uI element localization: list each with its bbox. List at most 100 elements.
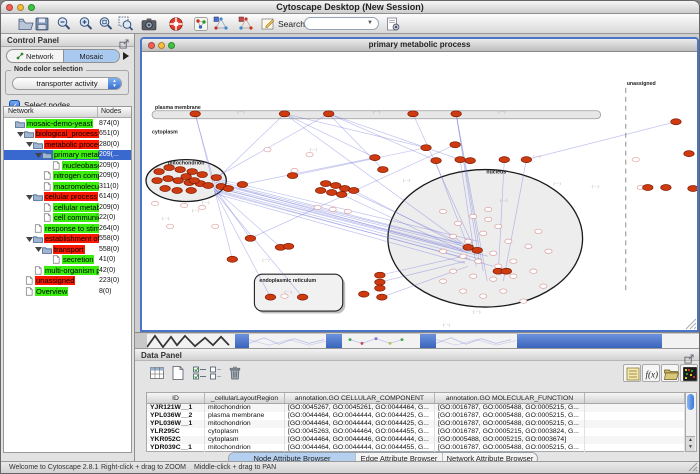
network-node[interactable]: [160, 186, 170, 192]
network-node[interactable]: [320, 181, 330, 187]
network-node[interactable]: [297, 294, 307, 300]
network-node[interactable]: [323, 111, 333, 117]
network-node[interactable]: [189, 178, 199, 184]
network-node[interactable]: [186, 188, 196, 194]
tree-column-network[interactable]: Network: [4, 107, 98, 117]
network-node-unselected[interactable]: [314, 205, 321, 209]
network-node[interactable]: [671, 119, 681, 125]
network-node-unselected[interactable]: [439, 249, 446, 253]
network-node-unselected[interactable]: [470, 274, 477, 278]
network-node[interactable]: [227, 256, 237, 262]
tree-row[interactable]: primary metabo209(...: [4, 150, 131, 161]
network-node[interactable]: [465, 158, 475, 164]
network-node[interactable]: [521, 157, 531, 163]
network-node[interactable]: [375, 279, 385, 285]
tree-row[interactable]: metabolic process280(0): [4, 139, 131, 150]
network-node-unselected[interactable]: [455, 221, 462, 225]
network-node[interactable]: [326, 190, 336, 196]
table-column-header[interactable]: annotation.GO MOLECULAR_FUNCTION: [435, 393, 585, 403]
network-node[interactable]: [451, 111, 461, 117]
network-node[interactable]: [408, 111, 418, 117]
zoom-selected-region-button[interactable]: [118, 16, 134, 32]
tab-mosaic[interactable]: Mosaic: [63, 50, 120, 62]
network-node-unselected[interactable]: [500, 289, 507, 293]
network-node[interactable]: [245, 235, 255, 241]
network-node[interactable]: [175, 167, 185, 173]
network-node[interactable]: [661, 185, 671, 191]
network-node-unselected[interactable]: [450, 269, 457, 273]
tree-row[interactable]: unassigned223(0): [4, 276, 131, 287]
background-window-fragment[interactable]: [342, 334, 420, 348]
network-node[interactable]: [287, 173, 297, 179]
window-resize-grip[interactable]: [688, 462, 698, 472]
network-node-unselected[interactable]: [505, 239, 512, 243]
network-node[interactable]: [431, 158, 441, 164]
tree-row[interactable]: nucleobase-209(0): [4, 160, 131, 171]
network-node[interactable]: [370, 155, 380, 161]
tree-row[interactable]: establishment of lo558(0): [4, 234, 131, 245]
open-network-button[interactable]: [18, 16, 34, 32]
background-window-border[interactable]: [517, 334, 662, 348]
network-node[interactable]: [643, 185, 653, 191]
network-node[interactable]: [315, 188, 325, 194]
network-node-unselected[interactable]: [151, 201, 158, 205]
network-node[interactable]: [211, 175, 221, 181]
network-node[interactable]: [154, 169, 164, 175]
network-node-unselected[interactable]: [495, 264, 502, 268]
table-row[interactable]: YJR121W__1mitochondrion[GO:0045267, GO:0…: [147, 404, 685, 412]
network-node-unselected[interactable]: [535, 229, 542, 233]
network-node-unselected[interactable]: [510, 259, 517, 263]
background-window-fragment[interactable]: [436, 334, 517, 348]
table-column-header[interactable]: [585, 393, 685, 403]
node-color-dropdown[interactable]: transporter activity ▲▼: [12, 77, 122, 90]
background-window-fragment[interactable]: [662, 334, 700, 348]
zoom-in-button[interactable]: [78, 16, 94, 32]
tab-network[interactable]: Network: [7, 50, 63, 62]
network-node-unselected[interactable]: [199, 205, 206, 209]
vizmapper-button[interactable]: [193, 16, 209, 32]
tree-row[interactable]: nitrogen compo209(0): [4, 171, 131, 182]
network-edge[interactable]: [215, 114, 328, 178]
table-row[interactable]: YPL036W__2plasma membrane[GO:0044464, GO…: [147, 412, 685, 420]
network-node-unselected[interactable]: [460, 289, 467, 293]
table-row[interactable]: YKR052Ccytoplasm[GO:0044464, GO:0044446,…: [147, 436, 685, 444]
formula-builder-button[interactable]: f(x): [642, 364, 660, 382]
network-edge[interactable]: [216, 114, 284, 180]
network-node[interactable]: [190, 111, 200, 117]
expand-triangle-icon[interactable]: [34, 152, 42, 158]
table-row[interactable]: YPL036W__1mitochondrion[GO:0044464, GO:0…: [147, 420, 685, 428]
network-edge[interactable]: [242, 158, 374, 185]
layout-network-button-1[interactable]: [213, 16, 229, 32]
network-node-unselected[interactable]: [181, 203, 188, 207]
network-node-unselected[interactable]: [520, 299, 527, 303]
network-node-unselected[interactable]: [490, 277, 497, 281]
background-window-fragment[interactable]: [249, 334, 326, 348]
network-node[interactable]: [223, 186, 233, 192]
network-node[interactable]: [337, 191, 347, 197]
network-node[interactable]: [499, 157, 509, 163]
expand-triangle-icon[interactable]: [34, 246, 42, 252]
network-edge[interactable]: [526, 122, 676, 160]
network-node-unselected[interactable]: [450, 234, 457, 238]
network-node-unselected[interactable]: [540, 284, 547, 288]
network-node[interactable]: [152, 178, 162, 184]
network-node-unselected[interactable]: [485, 217, 492, 221]
network-node-unselected[interactable]: [329, 207, 336, 211]
network-node-unselected[interactable]: [485, 207, 492, 211]
tree-row[interactable]: multi-organism pro42(0): [4, 265, 131, 276]
unselect-attributes-button[interactable]: [208, 364, 226, 382]
background-window-border[interactable]: [326, 334, 342, 348]
more-tabs-arrow-icon[interactable]: [123, 52, 129, 60]
tree-row[interactable]: cellular metabo209(0): [4, 202, 131, 213]
network-node[interactable]: [377, 294, 387, 300]
annotation-button[interactable]: [260, 16, 276, 32]
network-node-unselected[interactable]: [510, 274, 517, 278]
tree-row[interactable]: cell communicat22(0): [4, 213, 131, 224]
network-node-unselected[interactable]: [530, 269, 537, 273]
tree-row[interactable]: macromolecule311(0): [4, 181, 131, 192]
network-node[interactable]: [203, 183, 213, 189]
network-node-unselected[interactable]: [344, 209, 351, 213]
frame-resize-grip[interactable]: [686, 319, 696, 329]
network-node-unselected[interactable]: [291, 168, 298, 172]
network-edge[interactable]: [329, 114, 460, 160]
